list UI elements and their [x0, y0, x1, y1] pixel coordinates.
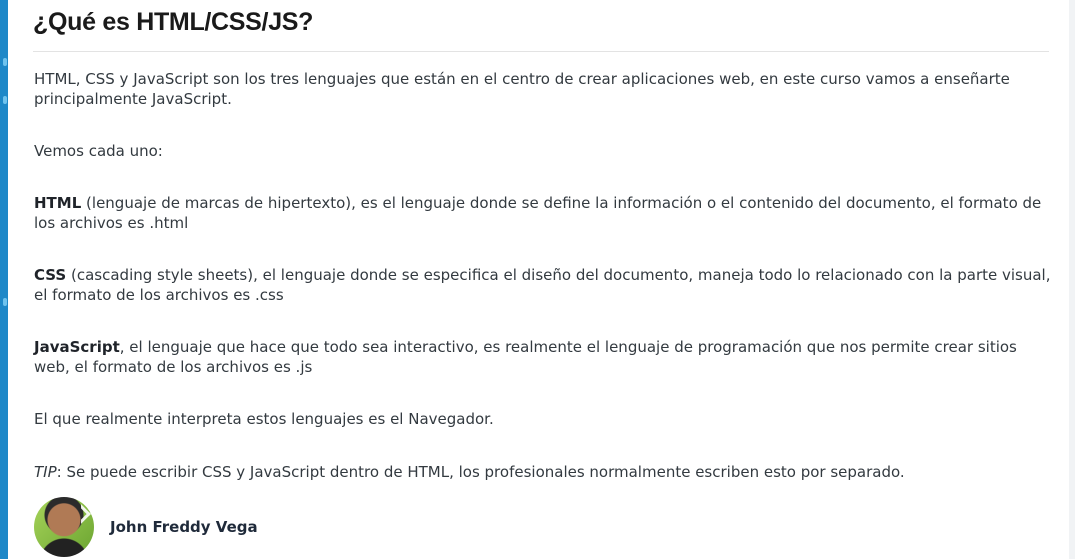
tip-label: TIP	[34, 463, 57, 481]
author-block[interactable]: John Freddy Vega	[34, 497, 258, 557]
html-description: (lenguaje de marcas de hipertexto), es e…	[34, 194, 1042, 232]
html-term: HTML	[34, 194, 82, 212]
browser-paragraph: El que realmente interpreta estos lengua…	[34, 410, 494, 428]
css-paragraph: CSS (cascading style sheets), el lenguaj…	[34, 265, 1054, 305]
javascript-description: , el lenguaje que hace que todo sea inte…	[34, 338, 1017, 376]
intro-paragraph: HTML, CSS y JavaScript son los tres leng…	[34, 70, 1010, 108]
html-paragraph: HTML (lenguaje de marcas de hipertexto),…	[34, 193, 1054, 233]
css-term: CSS	[34, 266, 67, 284]
badge-icon	[71, 504, 91, 524]
author-name[interactable]: John Freddy Vega	[110, 518, 258, 536]
lead-paragraph: Vemos cada uno:	[34, 142, 163, 160]
left-edge-strip	[0, 0, 8, 559]
right-gutter	[1069, 0, 1075, 559]
article-title: ¿Qué es HTML/CSS/JS?	[33, 8, 314, 36]
edge-marker	[3, 58, 7, 66]
javascript-paragraph: JavaScript, el lenguaje que hace que tod…	[34, 337, 1054, 377]
css-description: (cascading style sheets), el lenguaje do…	[34, 266, 1051, 304]
edge-marker	[3, 298, 7, 306]
article-card: ¿Qué es HTML/CSS/JS? HTML, CSS y JavaScr…	[8, 0, 1069, 559]
tip-text: : Se puede escribir CSS y JavaScript den…	[56, 463, 905, 481]
edge-marker	[3, 96, 7, 104]
javascript-term: JavaScript	[34, 338, 120, 356]
title-divider	[33, 51, 1049, 52]
author-avatar[interactable]	[34, 497, 94, 557]
tip-paragraph: TIP: Se puede escribir CSS y JavaScript …	[34, 462, 1054, 482]
